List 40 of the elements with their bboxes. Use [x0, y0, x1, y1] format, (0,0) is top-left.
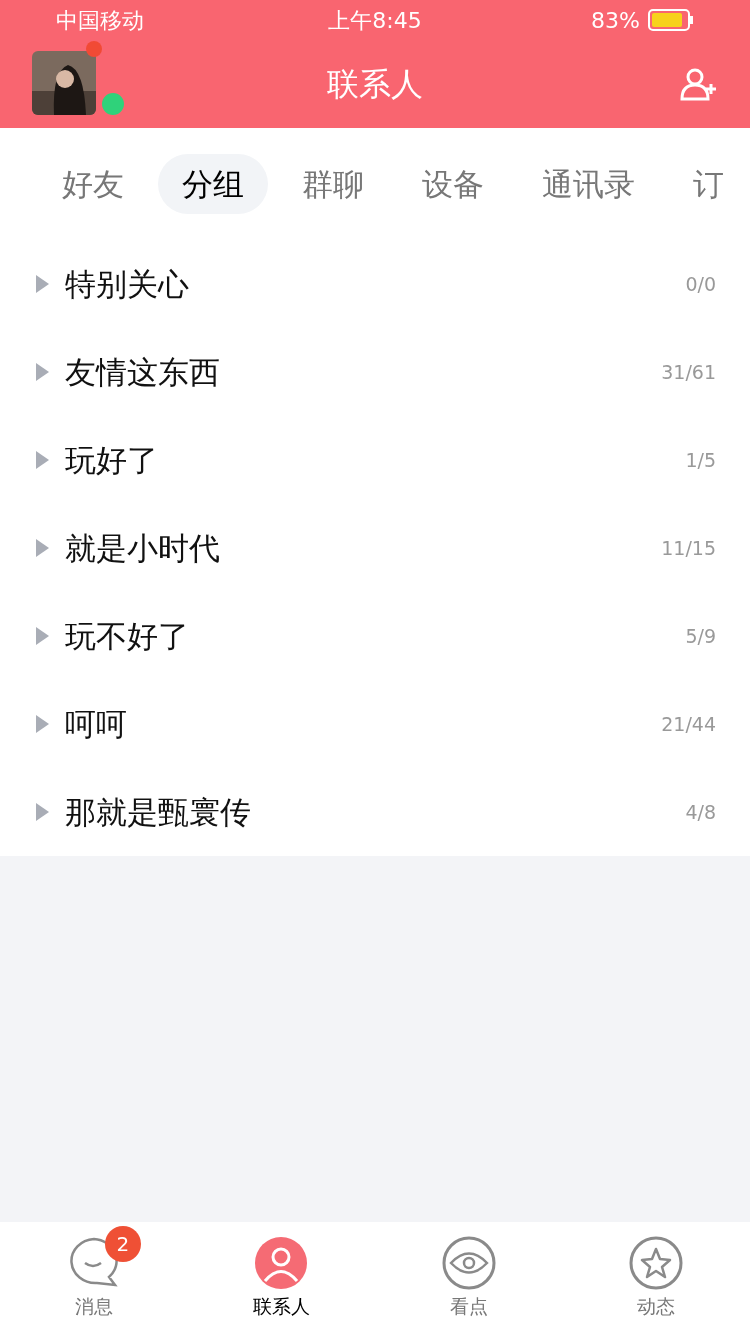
group-count: 5/9 [685, 623, 716, 649]
page-title: 联系人 [326, 64, 424, 105]
group-name: 玩好了 [65, 440, 159, 480]
carrier-name: 中国移动 [56, 6, 145, 35]
eye-icon [441, 1236, 496, 1290]
tab[interactable]: 设备 [398, 154, 508, 214]
battery-percent: 83% [591, 6, 640, 35]
tab[interactable]: 好友 [38, 154, 148, 214]
group-row[interactable]: 友情这东西 31/61 [0, 328, 750, 416]
nav-tab[interactable]: 联系人 [187, 1222, 375, 1321]
battery-icon [648, 9, 694, 31]
person-icon [254, 1236, 309, 1290]
group-name: 友情这东西 [65, 352, 221, 392]
group-count: 4/8 [685, 799, 716, 825]
group-count: 1/5 [685, 447, 716, 473]
nav-tab[interactable]: 动态 [562, 1222, 750, 1321]
group-count: 0/0 [685, 271, 716, 297]
clock-time: 上午8:45 [327, 6, 423, 35]
tab[interactable]: 订 [669, 154, 748, 214]
group-name: 玩不好了 [65, 616, 190, 656]
tab[interactable]: 通讯录 [518, 154, 659, 214]
nav-tab[interactable]: 看点 [375, 1222, 563, 1321]
group-name: 特别关心 [65, 264, 190, 304]
group-count: 21/44 [661, 711, 716, 737]
group-count: 31/61 [661, 359, 716, 385]
add-contact-icon[interactable] [680, 67, 718, 101]
group-name: 那就是甄寰传 [65, 792, 252, 832]
group-row[interactable]: 就是小时代 11/15 [0, 504, 750, 592]
group-row[interactable]: 那就是甄寰传 4/8 [0, 768, 750, 856]
group-name: 就是小时代 [65, 528, 221, 568]
group-row[interactable]: 玩好了 1/5 [0, 416, 750, 504]
unread-badge: 2 [104, 1226, 141, 1262]
group-count: 11/15 [661, 535, 716, 561]
group-row[interactable]: 呵呵 21/44 [0, 680, 750, 768]
group-row[interactable]: 特别关心 0/0 [0, 240, 750, 328]
group-row[interactable]: 玩不好了 5/9 [0, 592, 750, 680]
nav-tab[interactable]: 2 消息 [0, 1222, 188, 1321]
tab[interactable]: 分组 [158, 154, 268, 214]
group-name: 呵呵 [65, 704, 128, 744]
tab[interactable]: 群聊 [278, 154, 388, 214]
